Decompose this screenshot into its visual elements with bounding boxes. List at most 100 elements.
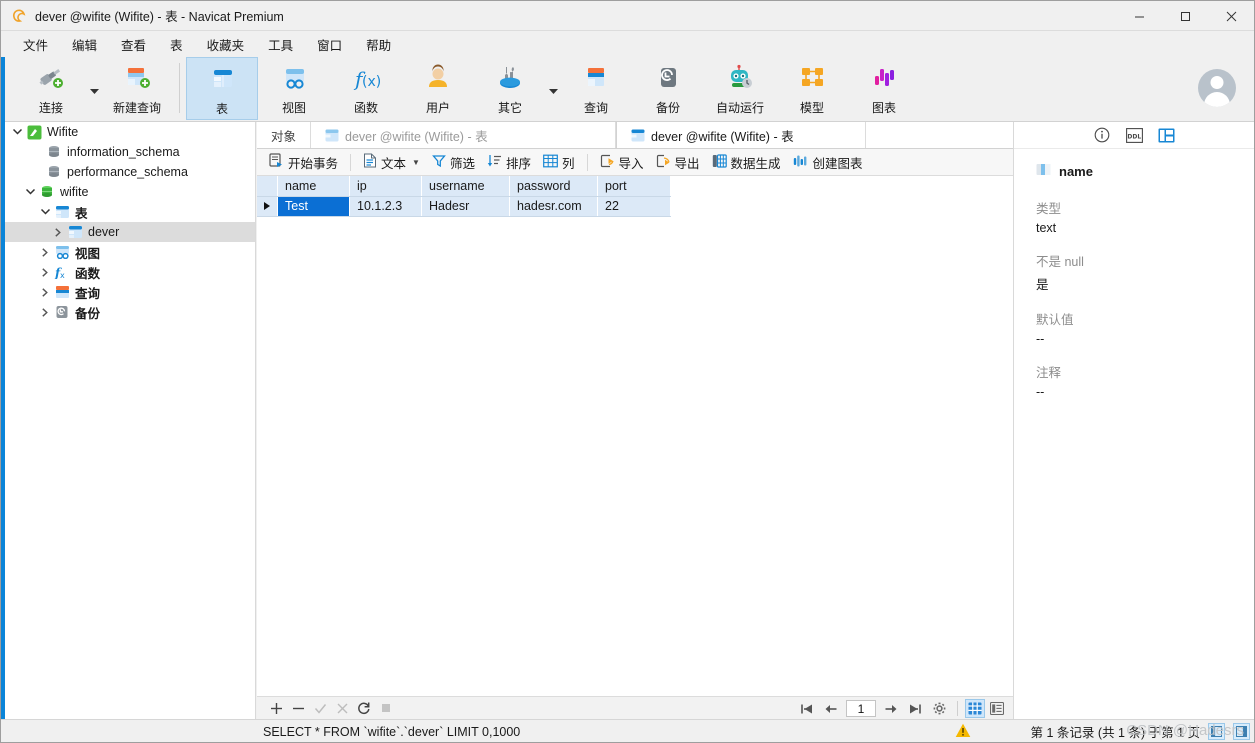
- menu-view[interactable]: 查看: [109, 32, 158, 57]
- column-header-ip[interactable]: ip: [349, 176, 422, 197]
- begin-transaction-button[interactable]: 开始事务: [263, 151, 344, 174]
- column-header-username[interactable]: username: [421, 176, 510, 197]
- tab-objects-label: 对象: [271, 129, 297, 144]
- ddl-icon[interactable]: DDL: [1124, 126, 1144, 144]
- tree-node-views-group[interactable]: 视图: [5, 242, 255, 262]
- ribbon-button-new-query[interactable]: 新建查询: [101, 57, 173, 120]
- ribbon-button-query[interactable]: 查询: [560, 57, 632, 120]
- form-view-toggle[interactable]: [987, 699, 1007, 718]
- refresh-button[interactable]: [353, 698, 375, 719]
- cancel-change-button[interactable]: [331, 698, 353, 719]
- cell-port[interactable]: 22: [597, 196, 671, 217]
- last-record-button[interactable]: [904, 698, 926, 719]
- tree-node-information-schema[interactable]: information_schema: [5, 142, 255, 162]
- menu-tools[interactable]: 工具: [256, 32, 305, 57]
- warning-triangle-icon[interactable]: [955, 723, 971, 741]
- tree-node-functions-group[interactable]: f x 函数: [5, 262, 255, 282]
- cell-name[interactable]: Test: [277, 196, 350, 217]
- chevron-right-icon[interactable]: [37, 287, 53, 297]
- chevron-right-icon[interactable]: [37, 267, 53, 277]
- add-record-button[interactable]: [265, 698, 287, 719]
- status-panel-left-icon[interactable]: [1208, 723, 1225, 740]
- first-record-button[interactable]: [796, 698, 818, 719]
- tree-node-dever-table[interactable]: dever: [5, 222, 255, 242]
- info-circle-icon[interactable]: [1092, 126, 1112, 144]
- tree-node-wifite-database[interactable]: wifite: [5, 182, 255, 202]
- chevron-right-icon[interactable]: [37, 247, 53, 257]
- text-chevron-down-icon[interactable]: ▼: [412, 158, 420, 167]
- chevron-right-icon[interactable]: [37, 307, 53, 317]
- tree-label: 表: [75, 206, 88, 221]
- object-tree-sidebar[interactable]: Wifite information_schema performance_sc…: [5, 122, 256, 719]
- status-panel-right-icon[interactable]: [1233, 723, 1250, 740]
- cell-ip[interactable]: 10.1.2.3: [349, 196, 422, 217]
- page-number-input[interactable]: 1: [846, 700, 876, 717]
- filter-button[interactable]: 筛选: [426, 151, 481, 174]
- ribbon-button-chart[interactable]: 图表: [848, 57, 920, 120]
- navicat-connection-icon: [25, 125, 43, 140]
- import-button[interactable]: 导入: [594, 151, 650, 174]
- export-button[interactable]: 导出: [650, 151, 706, 174]
- tree-node-wifite-connection[interactable]: Wifite: [5, 122, 255, 142]
- grid-panel-icon[interactable]: [1156, 126, 1176, 144]
- tree-node-backups-group[interactable]: 备份: [5, 302, 255, 322]
- text-button[interactable]: 文本 ▼: [357, 151, 426, 174]
- delete-record-button[interactable]: [287, 698, 309, 719]
- tab-dever-active[interactable]: dever @wifite (Wifite) - 表: [616, 122, 867, 148]
- close-button[interactable]: [1208, 1, 1254, 31]
- column-header-password[interactable]: password: [509, 176, 598, 197]
- ribbon-button-view[interactable]: 视图: [258, 57, 330, 120]
- menu-favorites[interactable]: 收藏夹: [195, 32, 257, 57]
- ribbon-button-table[interactable]: 表: [186, 57, 258, 120]
- chevron-down-icon[interactable]: [22, 189, 38, 195]
- next-record-button[interactable]: [880, 698, 902, 719]
- tree-node-performance-schema[interactable]: performance_schema: [5, 162, 255, 182]
- connection-chevron-down-icon[interactable]: [87, 57, 101, 120]
- cell-username[interactable]: Hadesr: [421, 196, 510, 217]
- row-gutter-header: [257, 176, 278, 197]
- user-avatar[interactable]: [1198, 69, 1236, 107]
- property-not-null: 不是 null 是: [1036, 251, 1232, 293]
- menu-table[interactable]: 表: [158, 32, 195, 57]
- ribbon-button-model[interactable]: 模型: [776, 57, 848, 120]
- data-generation-label: 数据生成: [730, 156, 781, 171]
- grid-view-toggle[interactable]: [965, 699, 985, 718]
- stop-button[interactable]: [375, 698, 397, 719]
- column-header-name[interactable]: name: [277, 176, 350, 197]
- tab-dever-inactive[interactable]: dever @wifite (Wifite) - 表: [311, 122, 617, 148]
- ribbon-button-connection[interactable]: 连接: [15, 57, 87, 120]
- column-header-port[interactable]: port: [597, 176, 671, 197]
- create-chart-button[interactable]: 创建图表: [787, 151, 869, 174]
- data-grid[interactable]: name ip username password port Test 10.1…: [257, 176, 1013, 696]
- pager-settings-icon[interactable]: [928, 698, 950, 719]
- minimize-button[interactable]: [1116, 1, 1162, 31]
- sort-button[interactable]: 排序: [481, 151, 537, 174]
- tree-node-tables-group[interactable]: 表: [5, 202, 255, 222]
- apply-change-button[interactable]: [309, 698, 331, 719]
- ribbon-button-function[interactable]: f (x) 函数: [330, 57, 402, 120]
- record-navigation-bar: 1: [257, 696, 1013, 719]
- other-chevron-down-icon[interactable]: [546, 57, 560, 120]
- menu-edit[interactable]: 编辑: [60, 32, 109, 57]
- ribbon-button-automation[interactable]: 自动运行: [704, 57, 776, 120]
- maximize-button[interactable]: [1162, 1, 1208, 31]
- filter-icon: [432, 154, 446, 171]
- chevron-right-icon[interactable]: [50, 227, 66, 237]
- avatar-head: [1210, 76, 1224, 89]
- chevron-down-icon[interactable]: [37, 209, 53, 215]
- ribbon-button-backup[interactable]: 备份: [632, 57, 704, 120]
- menu-window[interactable]: 窗口: [305, 32, 354, 57]
- data-generation-button[interactable]: 数据生成: [706, 151, 787, 174]
- prev-record-button[interactable]: [820, 698, 842, 719]
- tree-node-queries-group[interactable]: 查询: [5, 282, 255, 302]
- table-row[interactable]: Test 10.1.2.3 Hadesr hadesr.com 22: [257, 196, 671, 217]
- tab-objects[interactable]: 对象: [257, 122, 312, 148]
- columns-button[interactable]: 列: [537, 151, 581, 174]
- menu-help[interactable]: 帮助: [354, 32, 403, 57]
- chevron-down-icon[interactable]: [9, 129, 25, 135]
- cell-password[interactable]: hadesr.com: [509, 196, 598, 217]
- ribbon-button-user[interactable]: 用户: [402, 57, 474, 120]
- menu-file[interactable]: 文件: [11, 32, 60, 57]
- ribbon-button-other[interactable]: 其它: [474, 57, 546, 120]
- field-info-panel-header: DDL: [1014, 122, 1254, 149]
